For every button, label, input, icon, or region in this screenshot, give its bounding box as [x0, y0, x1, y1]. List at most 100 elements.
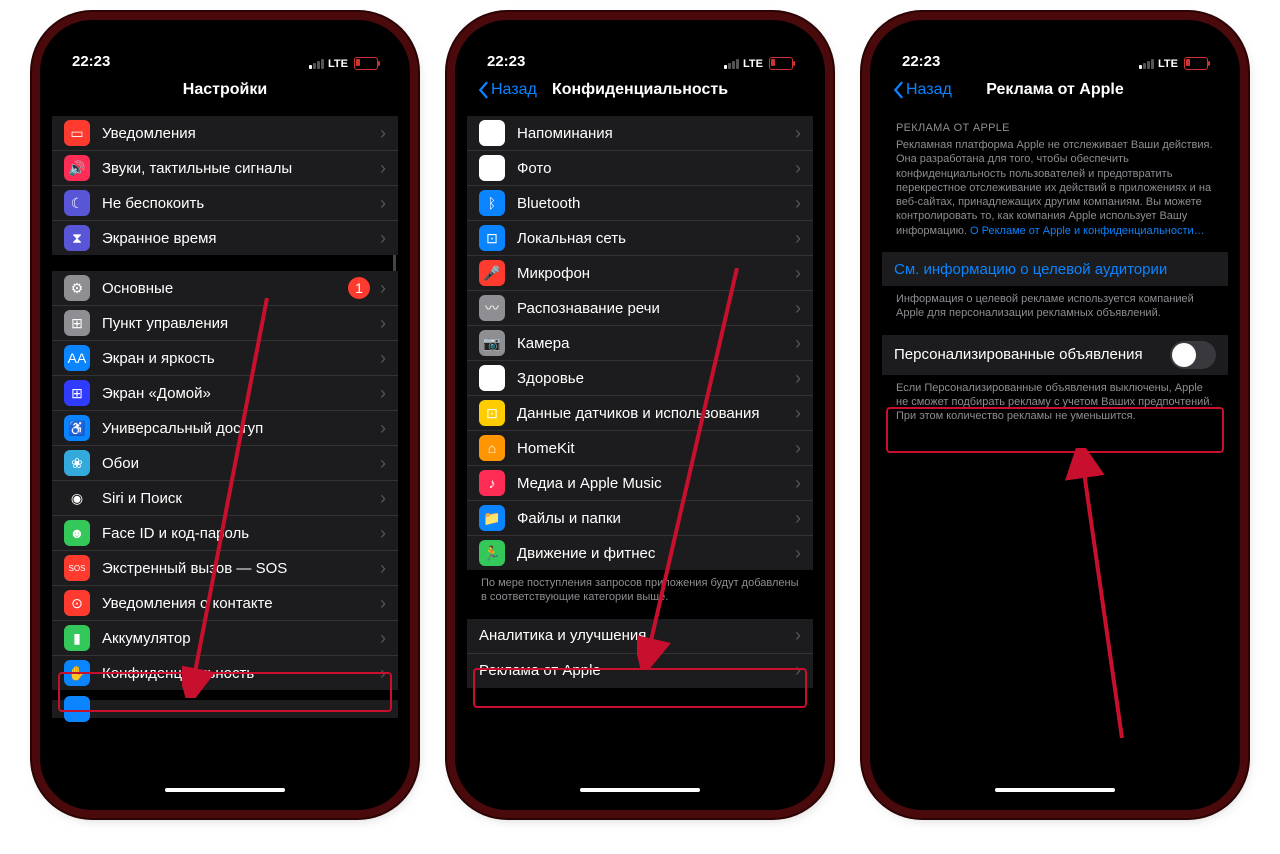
chevron-right-icon: › [795, 263, 801, 284]
personalized-ads-row: Персонализированные объявления [882, 335, 1228, 375]
chevron-left-icon [892, 81, 904, 99]
app-icon: ♥ [479, 365, 505, 391]
chevron-right-icon: › [795, 193, 801, 214]
home-indicator[interactable] [580, 788, 700, 792]
network-label: LTE [1158, 58, 1178, 70]
chevron-right-icon: › [795, 368, 801, 389]
row-label: Звуки, тактильные сигналы [102, 160, 374, 177]
list-item[interactable]: 🎤Микрофон› [467, 256, 813, 291]
chevron-right-icon: › [380, 558, 386, 579]
list-item[interactable]: ⊞Экран «Домой»› [52, 376, 398, 411]
chevron-right-icon: › [795, 403, 801, 424]
row-label: Экстренный вызов — SOS [102, 560, 374, 577]
chevron-right-icon: › [795, 333, 801, 354]
back-button[interactable]: Назад [477, 81, 537, 99]
page-title: Конфиденциальность [552, 81, 728, 99]
chevron-right-icon: › [795, 473, 801, 494]
list-item[interactable]: ♥Здоровье› [467, 361, 813, 396]
list-item[interactable]: ❁Фото› [467, 151, 813, 186]
list-item[interactable]: 〰Распознавание речи› [467, 291, 813, 326]
list-item[interactable]: ❀Обои› [52, 446, 398, 481]
list-item[interactable]: 🔊Звуки, тактильные сигналы› [52, 151, 398, 186]
row-label: Обои [102, 455, 374, 472]
row-label: Реклама от Apple [479, 662, 789, 679]
chevron-right-icon: › [380, 418, 386, 439]
row-label: Движение и фитнес [517, 545, 789, 562]
list-item[interactable]: 🏃Движение и фитнес› [467, 536, 813, 570]
battery-icon [354, 57, 378, 70]
list-item[interactable]: ✋Конфиденциальность› [52, 656, 398, 690]
row-label: Face ID и код-пароль [102, 525, 374, 542]
list-item[interactable]: ♪Медиа и Apple Music› [467, 466, 813, 501]
row-label: Пункт управления [102, 315, 374, 332]
app-icon: ✋ [64, 660, 90, 686]
list-item[interactable]: ⊙Уведомления о контакте› [52, 586, 398, 621]
page-title: Реклама от Apple [986, 81, 1124, 99]
list-item[interactable]: ▭Уведомления› [52, 116, 398, 151]
chevron-right-icon: › [380, 523, 386, 544]
app-icon: ☰ [479, 120, 505, 146]
row-label: HomeKit [517, 440, 789, 457]
chevron-right-icon: › [380, 313, 386, 334]
row-label: Siri и Поиск [102, 490, 374, 507]
list-item[interactable]: ☻ Face ID и код-пароль › [52, 516, 398, 551]
chevron-right-icon: › [380, 593, 386, 614]
back-button[interactable]: Назад [892, 81, 952, 99]
row-label: Распознавание речи [517, 300, 789, 317]
list-item[interactable]: ◉Siri и Поиск› [52, 481, 398, 516]
chevron-right-icon: › [380, 123, 386, 144]
app-icon: ❀ [64, 450, 90, 476]
group-footer: Если Персонализированные объявления выкл… [882, 375, 1228, 430]
row-label: Аналитика и улучшения [479, 627, 789, 644]
chevron-right-icon: › [795, 228, 801, 249]
row-label: Напоминания [517, 125, 789, 142]
app-icon: 📁 [479, 505, 505, 531]
list-item[interactable]: ☰Напоминания› [467, 116, 813, 151]
list-item[interactable]: 📁Файлы и папки› [467, 501, 813, 536]
list-item[interactable]: 📷Камера› [467, 326, 813, 361]
list-item[interactable]: ⊡Локальная сеть› [467, 221, 813, 256]
list-item[interactable]: ♿Универсальный доступ› [52, 411, 398, 446]
list-item[interactable]: ⧗Экранное время› [52, 221, 398, 255]
about-link[interactable]: О Рекламе от Apple и конфиденциальности… [970, 225, 1205, 237]
status-time: 22:23 [487, 53, 525, 70]
phone-3: 22:23 LTE Назад Реклама от Apple РЕКЛАМА… [870, 20, 1240, 810]
row-label: Не беспокоить [102, 195, 374, 212]
app-icon: ◉ [64, 485, 90, 511]
list-item[interactable]: ⌂HomeKit› [467, 431, 813, 466]
chevron-right-icon: › [795, 158, 801, 179]
list-item[interactable]: ▮Аккумулятор› [52, 621, 398, 656]
battery-icon [769, 57, 793, 70]
list-item[interactable] [52, 700, 398, 718]
list-item[interactable]: SOSЭкстренный вызов — SOS› [52, 551, 398, 586]
targeting-info-row[interactable]: См. информацию о целевой аудитории [882, 252, 1228, 286]
chevron-right-icon: › [380, 158, 386, 179]
back-label: Назад [491, 81, 537, 99]
navbar: Назад Конфиденциальность [467, 72, 813, 108]
chevron-right-icon: › [380, 193, 386, 214]
list-item[interactable]: ⚙Основные1› [52, 271, 398, 306]
navbar: Настройки [52, 72, 398, 108]
app-icon: ⌂ [479, 435, 505, 461]
list-item[interactable]: Аналитика и улучшения› [467, 619, 813, 654]
app-icon: ⊡ [479, 400, 505, 426]
app-icon: ☾ [64, 190, 90, 216]
app-icon: 〰 [479, 295, 505, 321]
list-item[interactable]: ☾ Не беспокоить › [52, 186, 398, 221]
row-label: Аккумулятор [102, 630, 374, 647]
home-indicator[interactable] [165, 788, 285, 792]
list-item[interactable]: Реклама от Apple› [467, 654, 813, 688]
list-item[interactable]: ⊡Данные датчиков и использования› [467, 396, 813, 431]
home-indicator[interactable] [995, 788, 1115, 792]
chevron-right-icon: › [380, 348, 386, 369]
personalized-ads-toggle[interactable] [1170, 341, 1216, 369]
app-icon: ☻ [64, 520, 90, 546]
chevron-right-icon: › [380, 663, 386, 684]
notification-badge: 1 [348, 277, 370, 299]
list-item[interactable]: AAЭкран и яркость› [52, 341, 398, 376]
notch [970, 20, 1140, 48]
group-footer: По мере поступления запросов приложения … [467, 570, 813, 611]
list-item[interactable]: ᛒBluetooth› [467, 186, 813, 221]
navbar: Назад Реклама от Apple [882, 72, 1228, 108]
list-item[interactable]: ⊞Пункт управления› [52, 306, 398, 341]
